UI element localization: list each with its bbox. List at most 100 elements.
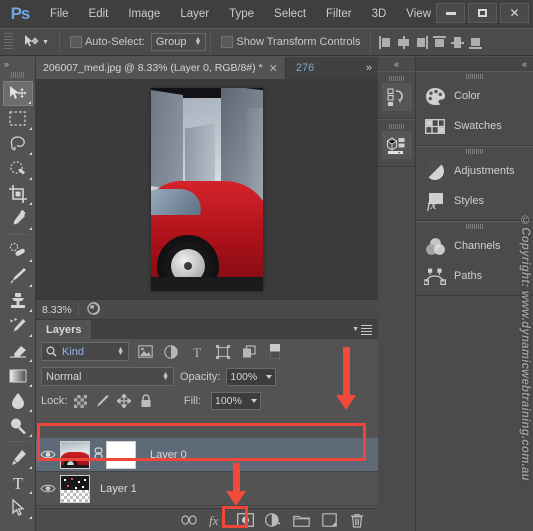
- align-right-edges-icon[interactable]: [415, 35, 429, 49]
- minibridge-dock-grip[interactable]: [378, 122, 415, 130]
- blur-tool[interactable]: [3, 388, 33, 413]
- dodge-flyout-icon[interactable]: [28, 434, 32, 437]
- gradient-flyout-icon[interactable]: [28, 384, 32, 387]
- quick-selection-tool[interactable]: [3, 156, 33, 181]
- lasso-flyout-icon[interactable]: [28, 152, 32, 155]
- lock-image-pixels-icon[interactable]: [95, 394, 109, 408]
- menu-filter[interactable]: Filter: [316, 5, 362, 23]
- horizontal-type-tool[interactable]: T: [3, 470, 33, 495]
- menu-3d[interactable]: 3D: [362, 5, 397, 23]
- healing-flyout-icon[interactable]: [28, 259, 32, 262]
- zoom-level-field[interactable]: 8.33%: [36, 304, 78, 316]
- menu-file[interactable]: File: [40, 5, 79, 23]
- document-thumb-icon[interactable]: [79, 301, 108, 318]
- align-top-edges-icon[interactable]: [433, 35, 447, 49]
- eraser-flyout-icon[interactable]: [28, 359, 32, 362]
- layer-mask-link-icon[interactable]: [90, 446, 106, 463]
- marquee-flyout-icon[interactable]: [28, 127, 32, 130]
- blur-flyout-icon[interactable]: [28, 409, 32, 412]
- lock-position-icon[interactable]: [117, 394, 132, 408]
- quick-selection-flyout-icon[interactable]: [28, 177, 32, 180]
- add-layer-style-button[interactable]: fx: [208, 511, 226, 529]
- auto-select-scope-dropdown[interactable]: Group ▲ ▼: [150, 33, 207, 51]
- filter-type-layers-icon[interactable]: T: [187, 343, 207, 360]
- active-tool-preset[interactable]: ▼: [17, 34, 55, 50]
- history-brush-tool[interactable]: [3, 313, 33, 338]
- eyedropper-tool[interactable]: [3, 206, 33, 231]
- fill-field[interactable]: 100%: [211, 392, 261, 410]
- dodge-tool[interactable]: [3, 413, 33, 438]
- maximize-button[interactable]: [468, 3, 497, 23]
- show-transform-controls-control[interactable]: Show Transform Controls: [215, 36, 366, 48]
- menu-view[interactable]: View: [396, 5, 441, 23]
- panel-button-styles[interactable]: fx Styles: [416, 186, 533, 216]
- fill-chevron-down-icon[interactable]: [251, 399, 257, 403]
- link-layers-button[interactable]: [180, 511, 198, 529]
- align-bottom-edges-icon[interactable]: [469, 36, 483, 49]
- layer-name[interactable]: Layer 0: [136, 449, 187, 461]
- document-tab-secondary[interactable]: 276: [286, 57, 324, 79]
- eyedropper-flyout-icon[interactable]: [28, 227, 32, 230]
- new-fill-adjustment-layer-button[interactable]: [264, 511, 282, 529]
- layer-filter-kind-dropdown[interactable]: Kind ▲ ▼: [41, 342, 129, 361]
- auto-select-control[interactable]: Auto-Select:: [64, 36, 151, 48]
- layer-thumbnail[interactable]: [60, 474, 90, 503]
- filter-smart-object-icon[interactable]: [239, 343, 259, 360]
- history-brush-flyout-icon[interactable]: [28, 334, 32, 337]
- brush-flyout-icon[interactable]: [28, 284, 32, 287]
- panel-button-swatches[interactable]: Swatches: [416, 111, 533, 141]
- icon-dock-collapse-icon[interactable]: «: [378, 57, 415, 71]
- panel-button-paths[interactable]: Paths: [416, 261, 533, 291]
- tools-panel-grip[interactable]: [0, 69, 35, 81]
- table-row[interactable]: Layer 0: [36, 438, 378, 472]
- crop-flyout-icon[interactable]: [28, 202, 32, 205]
- right-panel-collapse-icon[interactable]: «: [416, 57, 533, 71]
- document-tab[interactable]: 206007_med.jpg @ 8.33% (Layer 0, RGB/8#)…: [36, 57, 286, 79]
- color-group-grip[interactable]: [416, 72, 533, 81]
- close-button[interactable]: ✕: [500, 3, 529, 23]
- blend-mode-dropdown[interactable]: Normal ▲ ▼: [41, 367, 174, 386]
- panel-button-adjustments[interactable]: Adjustments: [416, 156, 533, 186]
- layer-visibility-toggle[interactable]: [36, 483, 60, 494]
- opacity-field[interactable]: 100%: [226, 367, 277, 386]
- canvas-image[interactable]: [151, 87, 263, 291]
- delete-layer-button[interactable]: [348, 511, 366, 529]
- adjustments-group-grip[interactable]: [416, 147, 533, 156]
- eraser-tool[interactable]: [3, 338, 33, 363]
- filter-toggle-icon[interactable]: [265, 343, 285, 360]
- minimize-button[interactable]: [436, 3, 465, 23]
- clone-stamp-tool[interactable]: [3, 288, 33, 313]
- menu-type[interactable]: Type: [219, 5, 264, 23]
- panel-button-color[interactable]: Color: [416, 81, 533, 111]
- tab-layers[interactable]: Layers: [36, 320, 92, 339]
- table-row[interactable]: Layer 1: [36, 472, 378, 506]
- tool-preset-chevron-icon[interactable]: ▼: [42, 39, 49, 46]
- menu-select[interactable]: Select: [264, 5, 316, 23]
- align-horizontal-centers-icon[interactable]: [397, 35, 410, 49]
- spot-healing-brush-tool[interactable]: [3, 238, 33, 263]
- pen-flyout-icon[interactable]: [28, 466, 32, 469]
- layer-visibility-toggle[interactable]: [36, 449, 60, 460]
- auto-select-checkbox[interactable]: [69, 36, 82, 48]
- layer-mask-thumbnail[interactable]: [106, 440, 136, 469]
- align-vertical-centers-icon[interactable]: [451, 36, 465, 49]
- layer-thumbnail[interactable]: [60, 440, 90, 469]
- history-panel-button[interactable]: [381, 83, 412, 111]
- type-flyout-icon[interactable]: [28, 491, 32, 494]
- menu-edit[interactable]: Edit: [79, 5, 119, 23]
- show-transform-checkbox[interactable]: [221, 36, 234, 48]
- move-tool-flyout-icon[interactable]: [27, 101, 31, 104]
- rectangular-marquee-tool[interactable]: [3, 106, 33, 131]
- document-tabs-overflow-icon[interactable]: »: [360, 57, 378, 79]
- filter-adjustment-layers-icon[interactable]: [161, 343, 181, 360]
- add-layer-mask-button[interactable]: [236, 511, 254, 529]
- lasso-tool[interactable]: [3, 131, 33, 156]
- crop-tool[interactable]: [3, 181, 33, 206]
- channels-group-grip[interactable]: [416, 222, 533, 231]
- filter-shape-layers-icon[interactable]: [213, 343, 233, 360]
- lock-all-icon[interactable]: [139, 394, 153, 408]
- clone-flyout-icon[interactable]: [28, 309, 32, 312]
- options-bar-grip[interactable]: [4, 33, 13, 51]
- lock-transparent-pixels-icon[interactable]: [73, 394, 87, 408]
- filter-chevron-updown-icon[interactable]: ▲ ▼: [117, 346, 124, 357]
